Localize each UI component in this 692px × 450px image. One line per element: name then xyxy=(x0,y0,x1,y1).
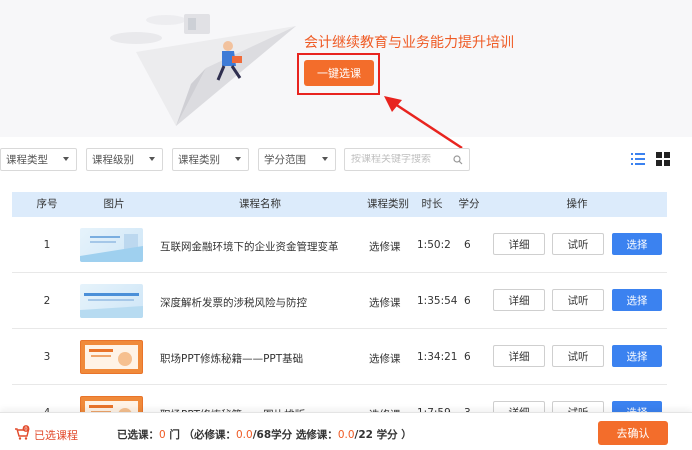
one-click-select-button[interactable]: 一键选课 xyxy=(304,60,374,86)
course-credit: 6 xyxy=(464,295,471,307)
cart-icon[interactable]: 0 xyxy=(14,425,30,441)
select-button[interactable]: 选择 xyxy=(612,289,662,311)
required-total: /68学分 xyxy=(252,429,296,441)
chevron-down-icon xyxy=(322,157,328,161)
course-title: 会计继续教育与业务能力提升培训 xyxy=(304,35,514,51)
header-duration: 时长 xyxy=(421,198,443,210)
course-level-label: 课程级别 xyxy=(92,154,134,166)
detail-button[interactable]: 详细 xyxy=(493,345,545,367)
chevron-down-icon xyxy=(235,157,241,161)
header-action: 操作 xyxy=(566,198,588,210)
list-view-icon[interactable] xyxy=(631,153,645,165)
course-duration: 1:35:54 xyxy=(417,295,458,307)
course-credit: 6 xyxy=(464,239,471,251)
header-image: 图片 xyxy=(103,198,125,210)
selected-unit: 门 （ xyxy=(165,429,194,441)
course-duration: 1:34:21 xyxy=(417,351,458,363)
course-thumbnail xyxy=(80,284,143,318)
trial-button[interactable]: 试听 xyxy=(552,233,604,255)
course-type: 选修课 xyxy=(369,241,401,253)
course-category-select[interactable]: 课程类别 xyxy=(172,148,249,171)
elective-label: 选修课： xyxy=(295,429,338,441)
course-type: 选修课 xyxy=(369,297,401,309)
elective-value: 0.0 xyxy=(337,429,355,441)
selection-footer: 0 已选课程 已选课：0 门 （必修课：0.0/68学分 选修课：0.0/22 … xyxy=(0,412,692,450)
paper-plane-illustration xyxy=(110,14,296,126)
required-label: 必修课： xyxy=(194,429,236,441)
confirm-button[interactable]: 去确认 xyxy=(598,421,668,445)
trial-button[interactable]: 试听 xyxy=(552,345,604,367)
detail-button[interactable]: 详细 xyxy=(493,233,545,255)
header-name: 课程名称 xyxy=(239,198,281,210)
row-seq: 2 xyxy=(43,295,51,307)
selected-count: 0 xyxy=(159,429,166,441)
credit-range-select[interactable]: 学分范围 xyxy=(258,148,336,171)
cart-badge: 0 xyxy=(24,426,27,432)
filter-bar: 课程类型 课程级别 课程类别 学分范围 xyxy=(0,148,692,172)
selected-label: 已选课： xyxy=(117,429,159,441)
selected-courses-link[interactable]: 已选课程 xyxy=(34,427,78,443)
course-category-label: 课程类别 xyxy=(178,154,220,166)
required-value: 0.0 xyxy=(236,429,253,441)
chevron-down-icon xyxy=(63,157,69,161)
header-credit: 学分 xyxy=(458,198,480,210)
header-seq: 序号 xyxy=(36,198,58,210)
table-row: 3 职场PPT修炼秘籍——PPT基础 选修课 1:34:21 6 详细 试听 选… xyxy=(12,329,667,385)
row-seq: 1 xyxy=(43,239,51,251)
header-type: 课程类别 xyxy=(367,198,409,210)
elective-total: /22 学分 ） xyxy=(354,429,412,441)
detail-button[interactable]: 详细 xyxy=(493,289,545,311)
banner: 会计继续教育与业务能力提升培训 一键选课 xyxy=(0,0,692,150)
row-seq: 3 xyxy=(43,351,51,363)
search-icon[interactable] xyxy=(453,155,463,165)
search-box xyxy=(344,148,470,171)
selection-summary: 已选课：0 门 （必修课：0.0/68学分 选修课：0.0/22 学分 ） xyxy=(117,427,412,442)
table-header: 序号 图片 课程名称 课程类别 时长 学分 操作 xyxy=(12,192,667,217)
search-input[interactable] xyxy=(351,154,451,165)
chevron-down-icon xyxy=(149,157,155,161)
course-type-select[interactable]: 课程类型 xyxy=(0,148,77,171)
course-name[interactable]: 职场PPT修炼秘籍——PPT基础 xyxy=(160,351,303,366)
credit-range-label: 学分范围 xyxy=(264,154,306,166)
course-name[interactable]: 互联网金融环境下的企业资金管理变革 xyxy=(160,239,339,254)
course-credit: 6 xyxy=(464,351,471,363)
course-thumbnail xyxy=(80,228,143,262)
trial-button[interactable]: 试听 xyxy=(552,289,604,311)
table-row: 1 互联网金融环境下的企业资金管理变革 选修课 1:50:2 6 详细 试听 选… xyxy=(12,217,667,273)
course-name[interactable]: 深度解析发票的涉税风险与防控 xyxy=(160,295,307,310)
grid-view-icon[interactable] xyxy=(656,152,670,166)
select-button[interactable]: 选择 xyxy=(612,345,662,367)
course-type: 选修课 xyxy=(369,353,401,365)
annotation-arrow-icon xyxy=(384,96,463,150)
table-row: 2 深度解析发票的涉税风险与防控 选修课 1:35:54 6 详细 试听 选择 xyxy=(12,273,667,329)
course-duration: 1:50:2 xyxy=(417,239,451,251)
course-level-select[interactable]: 课程级别 xyxy=(86,148,163,171)
course-type-label: 课程类型 xyxy=(6,154,48,166)
select-button[interactable]: 选择 xyxy=(612,233,662,255)
course-thumbnail xyxy=(80,340,143,374)
